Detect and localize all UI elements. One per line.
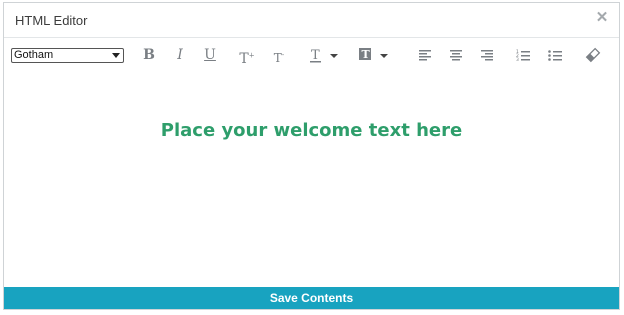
- welcome-text[interactable]: Place your welcome text here: [4, 120, 619, 141]
- editor-content-area[interactable]: Place your welcome text here: [4, 74, 619, 286]
- unordered-list-button[interactable]: [548, 46, 562, 64]
- subscript-button[interactable]: T-: [270, 46, 288, 65]
- italic-icon: I: [177, 47, 183, 63]
- superscript-button[interactable]: T+: [238, 46, 256, 67]
- unordered-list-icon: [548, 50, 562, 61]
- svg-text:T: T: [362, 48, 371, 61]
- align-left-button[interactable]: [418, 46, 432, 64]
- italic-button[interactable]: I: [173, 46, 187, 64]
- subscript-icon: T-: [273, 51, 285, 65]
- font-family-select[interactable]: Gotham: [11, 48, 124, 63]
- svg-text:T: T: [311, 48, 320, 63]
- background-color-icon: T: [359, 48, 388, 61]
- background-color-button[interactable]: T: [358, 46, 390, 64]
- align-center-icon: [450, 50, 462, 61]
- bold-button[interactable]: B: [142, 46, 156, 64]
- eraser-icon: [585, 47, 601, 63]
- align-right-icon: [481, 50, 493, 61]
- align-left-icon: [419, 50, 431, 61]
- underline-button[interactable]: U: [203, 46, 217, 64]
- ordered-list-button[interactable]: 1 2 3: [516, 46, 530, 64]
- dialog-title: HTML Editor: [15, 13, 88, 28]
- align-center-button[interactable]: [449, 46, 463, 64]
- bold-icon: B: [143, 47, 155, 63]
- ordered-list-icon: 1 2 3: [516, 49, 530, 63]
- close-icon[interactable]: ✕: [595, 10, 609, 25]
- html-editor-dialog: HTML Editor ✕ Gotham B I U T+ T- T T 1 2…: [3, 2, 620, 310]
- clear-format-button[interactable]: [585, 46, 601, 64]
- align-right-button[interactable]: [480, 46, 494, 64]
- editor-toolbar: Gotham B I U T+ T- T T 1 2 3: [4, 38, 619, 74]
- text-color-icon: T: [310, 48, 338, 63]
- font-family-value: Gotham: [14, 49, 54, 61]
- superscript-icon: T+: [239, 50, 255, 67]
- save-contents-button[interactable]: Save Contents: [4, 287, 619, 309]
- text-color-button[interactable]: T: [310, 46, 340, 64]
- dialog-header: HTML Editor ✕: [4, 3, 619, 38]
- underline-icon: U: [204, 47, 216, 63]
- svg-text:3: 3: [516, 57, 519, 63]
- chevron-down-icon: [112, 53, 120, 58]
